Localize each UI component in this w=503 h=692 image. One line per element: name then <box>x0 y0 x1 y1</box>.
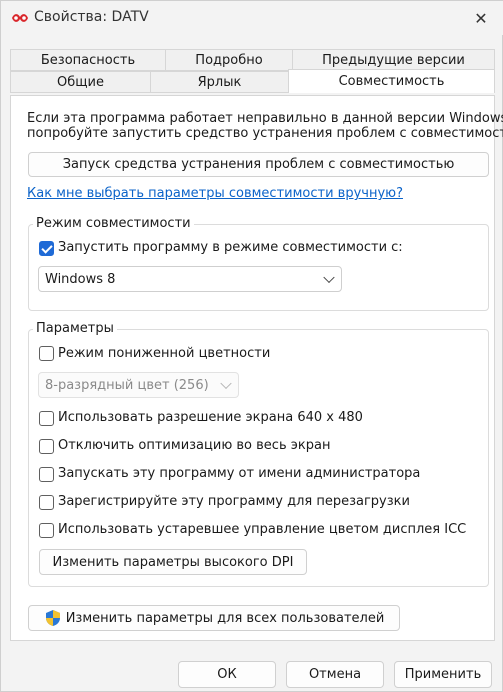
high-dpi-button[interactable]: Изменить параметры высокого DPI <box>39 549 307 575</box>
color-depth-select-value: 8-разрядный цвет (256) <box>45 377 209 393</box>
reduced-color-label: Режим пониженной цветности <box>58 346 271 361</box>
run-admin-checkbox[interactable] <box>39 467 54 482</box>
tab-previous-versions[interactable]: Предыдущие версии <box>292 49 495 71</box>
manual-settings-link[interactable]: Как мне выбрать параметры совместимости … <box>27 186 403 201</box>
app-icon <box>12 14 28 22</box>
fullscreen-opt-checkbox[interactable] <box>39 439 54 454</box>
register-restart-label: Зарегистрируйте эту программу для переза… <box>58 494 410 509</box>
apply-button[interactable]: Применить <box>394 661 492 688</box>
chevron-down-icon <box>220 377 232 390</box>
tab-general[interactable]: Общие <box>10 71 151 93</box>
run-admin-label: Запускать эту программу от имени админис… <box>58 466 421 481</box>
close-button[interactable]: ✕ <box>458 1 503 35</box>
intro-text-line2: попробуйте запустить средство устранения… <box>27 126 503 141</box>
res640-label: Использовать разрешение экрана 640 x 480 <box>58 410 363 425</box>
chevron-down-icon <box>323 271 335 284</box>
cancel-button[interactable]: Отмена <box>286 661 384 688</box>
title-bar: Свойства: DATV ✕ <box>1 1 503 35</box>
intro-text-line1: Если эта программа работает неправильно … <box>27 111 503 126</box>
ok-button[interactable]: ОК <box>178 661 276 688</box>
tab-shortcut[interactable]: Ярлык <box>150 71 289 93</box>
res640-checkbox[interactable] <box>39 411 54 426</box>
tab-security[interactable]: Безопасность <box>10 49 166 71</box>
compat-os-select-value: Windows 8 <box>45 271 116 287</box>
compat-mode-checkbox[interactable] <box>39 241 54 256</box>
fullscreen-opt-label: Отключить оптимизацию во весь экран <box>58 438 331 453</box>
register-restart-checkbox[interactable] <box>39 495 54 510</box>
reduced-color-checkbox[interactable] <box>39 346 54 361</box>
shield-icon <box>45 610 60 626</box>
legacy-icc-checkbox[interactable] <box>39 523 54 538</box>
compat-mode-checkbox-label: Запустить программу в режиме совместимос… <box>58 240 403 255</box>
parameters-group-label: Параметры <box>33 321 117 336</box>
compat-os-select[interactable]: Windows 8 <box>38 266 342 292</box>
compat-mode-group-label: Режим совместимости <box>33 216 194 231</box>
tab-compatibility[interactable]: Совместимость <box>288 69 495 93</box>
legacy-icc-label: Использовать устаревшее управление цвето… <box>58 522 467 537</box>
tab-details[interactable]: Подробно <box>165 49 293 71</box>
close-icon: ✕ <box>474 8 488 28</box>
troubleshooter-button[interactable]: Запуск средства устранения проблем с сов… <box>28 152 489 177</box>
all-users-button-label: Изменить параметры для всех пользователе… <box>65 610 385 626</box>
color-depth-select: 8-разрядный цвет (256) <box>38 372 239 398</box>
all-users-button[interactable]: Изменить параметры для всех пользователе… <box>28 605 400 631</box>
properties-dialog: Свойства: DATV ✕ Безопасность Подробно П… <box>0 0 503 692</box>
window-title: Свойства: DATV <box>34 9 149 25</box>
